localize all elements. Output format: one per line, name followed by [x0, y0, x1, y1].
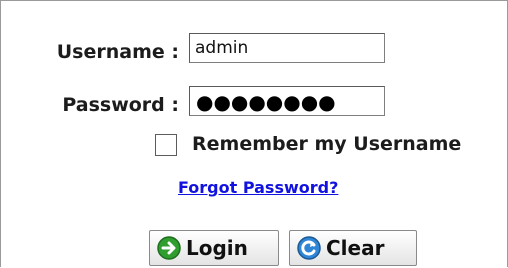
- clear-button-label: Clear: [326, 236, 385, 260]
- clear-button[interactable]: Clear: [289, 230, 417, 266]
- login-button-label: Login: [186, 236, 248, 260]
- remember-label[interactable]: Remember my Username: [192, 133, 461, 155]
- username-label: Username :: [56, 41, 179, 63]
- refresh-icon: [296, 235, 322, 261]
- password-input[interactable]: ●●●●●●●●: [189, 86, 385, 116]
- password-mask: ●●●●●●●●: [196, 90, 336, 114]
- forgot-password-link[interactable]: Forgot Password?: [178, 178, 338, 197]
- arrow-right-circle-icon: [156, 235, 182, 261]
- login-panel: Username : Password : ●●●●●●●● Remember …: [0, 0, 508, 267]
- username-field-box: [189, 33, 385, 63]
- username-input[interactable]: [190, 34, 384, 62]
- remember-checkbox[interactable]: [155, 134, 177, 156]
- login-button[interactable]: Login: [149, 230, 279, 266]
- password-label: Password :: [62, 94, 179, 116]
